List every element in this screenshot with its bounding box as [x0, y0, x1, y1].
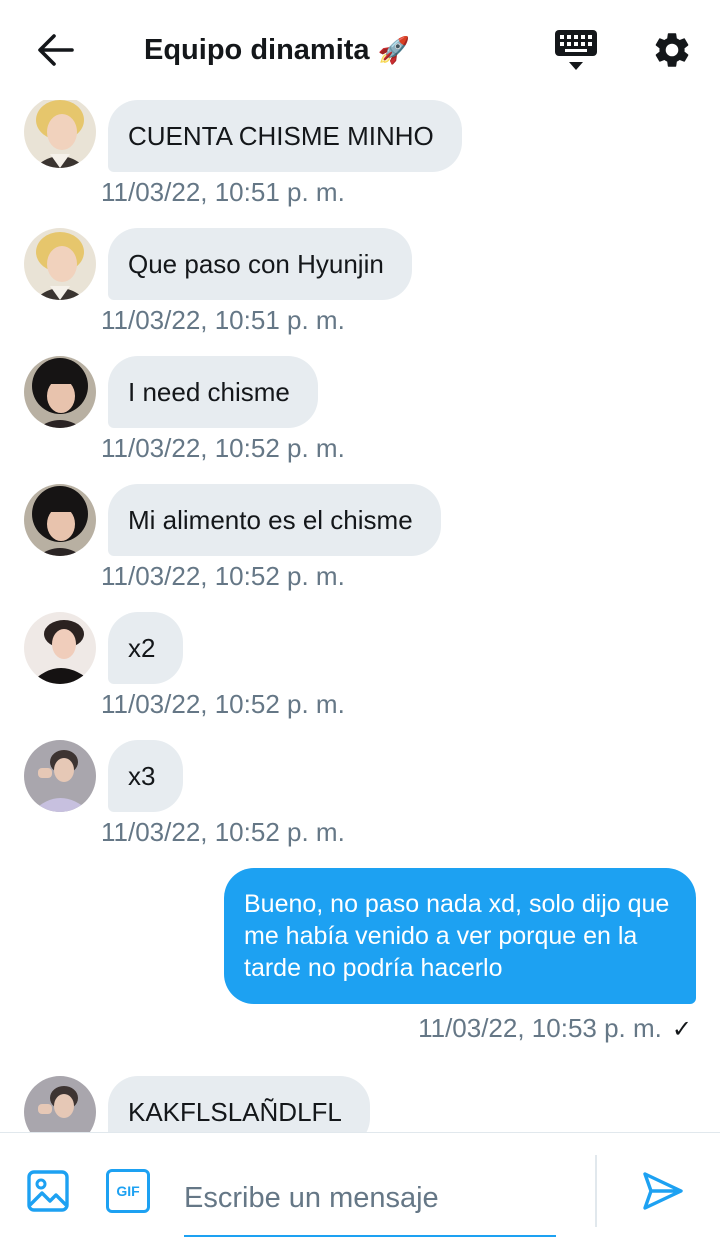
message-composer: GIF	[0, 1132, 720, 1238]
gif-label: GIF	[116, 1183, 140, 1199]
send-button[interactable]	[641, 1170, 685, 1212]
message-row: Que paso con Hyunjin 11/03/22, 10:51 p. …	[0, 228, 720, 356]
message-bubble[interactable]: x2	[108, 612, 184, 684]
message-text: x3	[128, 761, 156, 791]
add-image-button[interactable]	[26, 1169, 70, 1213]
avatar-photo	[24, 356, 96, 428]
avatar[interactable]	[24, 356, 96, 428]
message-input[interactable]	[184, 1161, 556, 1237]
message-timestamp: 11/03/22, 10:51 p. m.	[101, 177, 345, 207]
message-bubble[interactable]: Que paso con Hyunjin	[108, 228, 412, 300]
message-list[interactable]: CUENTA CHISME MINHO 11/03/22, 10:51 p. m…	[0, 100, 720, 1132]
message-text: x2	[128, 633, 156, 663]
back-button[interactable]	[36, 30, 76, 70]
message-row: x2 11/03/22, 10:52 p. m.	[0, 612, 720, 740]
avatar[interactable]	[24, 1076, 96, 1132]
message-row: x3 11/03/22, 10:52 p. m.	[0, 740, 720, 868]
arrow-left-icon	[38, 34, 74, 66]
conversation-title-text: Equipo dinamita	[144, 34, 370, 66]
rocket-emoji: 🚀	[377, 35, 410, 65]
message-timestamp: 11/03/22, 10:52 p. m.	[101, 689, 345, 719]
message-timestamp: 11/03/22, 10:52 p. m.	[101, 817, 345, 847]
message-bubble[interactable]: Mi alimento es el chisme	[108, 484, 441, 556]
message-row: I need chisme 11/03/22, 10:52 p. m.	[0, 356, 720, 484]
conversation-title: Equipo dinamita 🚀	[144, 30, 410, 70]
keyboard-button[interactable]	[554, 28, 598, 74]
message-text: Que paso con Hyunjin	[128, 249, 384, 279]
message-bubble[interactable]: x3	[108, 740, 184, 812]
message-timestamp: 11/03/22, 10:53 p. m.	[418, 1013, 662, 1043]
outgoing-message-bubble[interactable]: Bueno, no paso nada xd, solo dijo que me…	[224, 868, 696, 1004]
message-timestamp: 11/03/22, 10:52 p. m.	[101, 433, 345, 463]
image-icon	[27, 1170, 69, 1212]
avatar[interactable]	[24, 100, 96, 168]
avatar[interactable]	[24, 740, 96, 812]
message-bubble[interactable]: I need chisme	[108, 356, 318, 428]
settings-button[interactable]	[651, 29, 693, 71]
sent-check-icon: ✓	[671, 1016, 692, 1043]
outgoing-message-timestamp: 11/03/22, 10:53 p. m. ✓	[418, 1010, 692, 1046]
send-icon	[643, 1172, 683, 1210]
keyboard-icon	[555, 30, 597, 70]
message-row: Mi alimento es el chisme 11/03/22, 10:52…	[0, 484, 720, 612]
avatar-photo	[24, 484, 96, 556]
message-text: Mi alimento es el chisme	[128, 505, 413, 535]
message-text: Bueno, no paso nada xd, solo dijo que me…	[244, 890, 670, 982]
gear-icon	[655, 33, 689, 67]
avatar-photo	[24, 1076, 96, 1132]
message-text: KAKFLSLAÑDLFL	[128, 1097, 342, 1127]
avatar-photo	[24, 612, 96, 684]
avatar-photo	[24, 228, 96, 300]
avatar-photo	[24, 740, 96, 812]
avatar[interactable]	[24, 484, 96, 556]
avatar[interactable]	[24, 612, 96, 684]
message-row: CUENTA CHISME MINHO 11/03/22, 10:51 p. m…	[0, 100, 720, 228]
gif-button[interactable]: GIF	[106, 1169, 150, 1213]
message-text: I need chisme	[128, 377, 290, 407]
chat-header: Equipo dinamita 🚀	[0, 0, 720, 100]
message-text: CUENTA CHISME MINHO	[128, 121, 434, 151]
avatar[interactable]	[24, 228, 96, 300]
message-row: KAKFLSLAÑDLFL	[0, 1076, 720, 1132]
composer-divider	[595, 1155, 597, 1227]
avatar-photo	[24, 100, 96, 168]
message-bubble[interactable]: KAKFLSLAÑDLFL	[108, 1076, 370, 1132]
message-timestamp: 11/03/22, 10:51 p. m.	[101, 305, 345, 335]
message-timestamp: 11/03/22, 10:52 p. m.	[101, 561, 345, 591]
message-bubble[interactable]: CUENTA CHISME MINHO	[108, 100, 462, 172]
